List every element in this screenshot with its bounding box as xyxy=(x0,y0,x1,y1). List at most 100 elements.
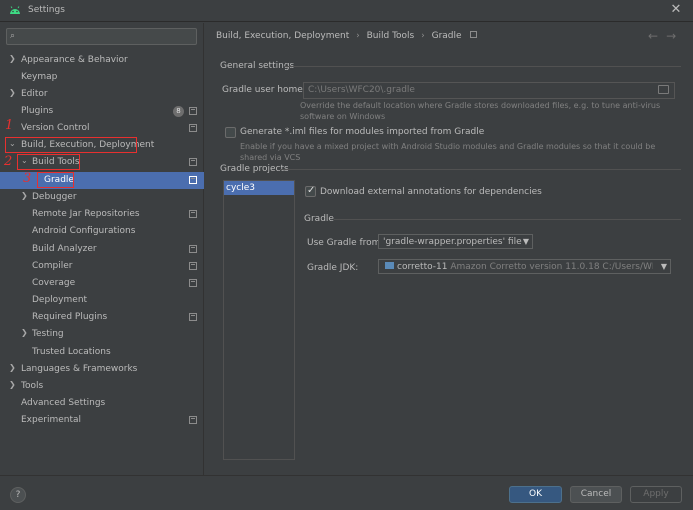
gradle-user-home-label: Gradle user home: xyxy=(222,85,306,95)
sidebar-item-label: Version Control xyxy=(21,123,90,133)
gradle-section-title: Gradle xyxy=(304,214,334,224)
sidebar-item-label: Deployment xyxy=(32,295,88,305)
gradle-jdk-name: corretto-11 xyxy=(397,262,448,272)
gradle-projects-title: Gradle projects xyxy=(220,164,289,174)
gradle-user-home-field[interactable]: C:\Users\WFC20\.gradle xyxy=(303,82,675,99)
android-studio-icon xyxy=(10,6,20,14)
sidebar-item-label: Remote Jar Repositories xyxy=(32,209,140,219)
use-gradle-from-dropdown[interactable]: 'gradle-wrapper.properties' file ▼ xyxy=(378,234,533,249)
sidebar-item-coverage[interactable]: Coverage xyxy=(0,275,204,292)
sidebar-item-label: Experimental xyxy=(21,415,82,425)
project-item-cycle3[interactable]: cycle3 xyxy=(224,181,294,195)
cancel-button[interactable]: Cancel xyxy=(570,486,622,503)
apply-button[interactable]: Apply xyxy=(630,486,682,503)
project-scope-icon xyxy=(189,313,197,321)
navigation-arrows: ←→ xyxy=(648,29,684,43)
annotation-box-build-execution xyxy=(5,137,137,153)
chevron-right-icon: ❯ xyxy=(9,54,16,63)
folder-icon[interactable] xyxy=(658,85,669,94)
generate-iml-checkbox[interactable] xyxy=(225,127,236,138)
search-icon: ⌕ xyxy=(10,31,16,41)
download-annotations-checkbox[interactable] xyxy=(305,185,316,197)
chevron-right-icon: ❯ xyxy=(9,380,16,389)
sidebar-item-label: Appearance & Behavior xyxy=(21,55,128,65)
help-button[interactable]: ? xyxy=(10,487,26,503)
chevron-right-icon: ❯ xyxy=(9,363,16,372)
use-gradle-from-label: Use Gradle from: xyxy=(307,238,384,248)
project-scope-icon xyxy=(189,176,197,184)
sidebar-item-editor[interactable]: ❯ Editor xyxy=(0,86,204,103)
annotation-number-3: 3 xyxy=(23,171,32,186)
sidebar-item-required-plugins[interactable]: Required Plugins xyxy=(0,309,204,326)
plugins-count-badge: 8 xyxy=(173,106,184,117)
sidebar-item-deployment[interactable]: Deployment xyxy=(0,292,204,309)
gradle-projects-list[interactable] xyxy=(223,180,295,460)
sidebar-item-experimental[interactable]: Experimental xyxy=(0,412,204,429)
chevron-right-icon: ❯ xyxy=(9,88,16,97)
sidebar-item-remote-jar-repositories[interactable]: Remote Jar Repositories xyxy=(0,206,204,223)
generate-iml-help: Enable if you have a mixed project with … xyxy=(240,142,656,162)
sidebar-item-label: Tools xyxy=(21,381,44,391)
project-scope-icon xyxy=(189,107,197,115)
project-scope-icon xyxy=(189,124,197,132)
sidebar-item-compiler[interactable]: Compiler xyxy=(0,258,204,275)
breadcrumb-item[interactable]: Build Tools xyxy=(367,31,415,41)
sidebar-item-label: Required Plugins xyxy=(32,312,108,322)
title-bar xyxy=(0,0,693,22)
breadcrumb-separator: › xyxy=(421,31,425,41)
annotation-box-gradle xyxy=(37,172,74,188)
sidebar-item-plugins[interactable]: Plugins 8 xyxy=(0,103,204,120)
chevron-right-icon: ❯ xyxy=(21,328,28,337)
project-scope-icon xyxy=(189,262,197,270)
search-field[interactable]: ⌕ xyxy=(6,28,197,45)
breadcrumb-item: Gradle xyxy=(431,31,462,41)
breadcrumb-item[interactable]: Build, Execution, Deployment xyxy=(216,31,349,41)
breadcrumb-separator: › xyxy=(356,31,360,41)
sidebar-item-trusted-locations[interactable]: Trusted Locations xyxy=(0,344,204,361)
sidebar-item-build-analyzer[interactable]: Build Analyzer xyxy=(0,241,204,258)
project-scope-icon xyxy=(189,210,197,218)
gradle-user-home-value: C:\Users\WFC20\.gradle xyxy=(308,85,415,95)
sidebar-item-label: Compiler xyxy=(32,261,73,271)
project-scope-icon xyxy=(189,245,197,253)
search-input[interactable] xyxy=(21,30,191,43)
gradle-jdk-value: corretto-11 Amazon Corretto version 11.0… xyxy=(385,262,653,272)
use-gradle-from-value: 'gradle-wrapper.properties' file xyxy=(383,237,522,247)
sidebar-item-label: Keymap xyxy=(21,72,58,82)
gradle-jdk-dropdown[interactable]: corretto-11 Amazon Corretto version 11.0… xyxy=(378,259,671,274)
sidebar-item-label: Trusted Locations xyxy=(32,347,111,357)
sidebar-item-languages-frameworks[interactable]: ❯ Languages & Frameworks xyxy=(0,361,204,378)
project-scope-icon xyxy=(189,158,197,166)
sidebar-item-appearance[interactable]: ❯ Appearance & Behavior xyxy=(0,52,204,69)
chevron-down-icon: ▼ xyxy=(522,237,529,246)
annotation-number-2: 2 xyxy=(4,154,13,169)
sidebar-item-testing[interactable]: ❯ Testing xyxy=(0,326,204,343)
sidebar-item-label: Languages & Frameworks xyxy=(21,364,138,374)
back-arrow-icon[interactable]: ← xyxy=(648,29,666,43)
ok-button[interactable]: OK xyxy=(509,486,562,503)
project-scope-icon xyxy=(189,279,197,287)
sidebar-item-version-control[interactable]: Version Control xyxy=(0,120,204,137)
sidebar-item-tools[interactable]: ❯ Tools xyxy=(0,378,204,395)
annotation-number-1: 1 xyxy=(5,118,14,133)
annotation-box-build-tools xyxy=(17,154,80,170)
sidebar-item-label: Testing xyxy=(32,329,64,339)
sidebar-item-label: Advanced Settings xyxy=(21,398,106,408)
sidebar-item-label: Coverage xyxy=(32,278,76,288)
sidebar-item-debugger[interactable]: ❯ Debugger xyxy=(0,189,204,206)
chevron-down-icon: ▼ xyxy=(660,262,667,271)
sidebar-item-advanced-settings[interactable]: Advanced Settings xyxy=(0,395,204,412)
sidebar-item-label: Build Analyzer xyxy=(32,244,97,254)
window-title: Settings xyxy=(28,5,65,15)
project-scope-icon xyxy=(470,31,478,38)
chevron-right-icon: ❯ xyxy=(21,191,28,200)
gradle-user-home-help: Override the default location where Grad… xyxy=(300,101,661,121)
generate-iml-label: Generate *.iml files for modules importe… xyxy=(240,127,485,137)
sidebar-item-android-configurations[interactable]: Android Configurations xyxy=(0,223,204,240)
sidebar-item-label: Plugins xyxy=(21,106,54,116)
sidebar-item-keymap[interactable]: Keymap xyxy=(0,69,204,86)
forward-arrow-icon[interactable]: → xyxy=(666,29,684,43)
download-annotations-label: Download external annotations for depend… xyxy=(320,187,542,197)
close-icon[interactable]: ✕ xyxy=(668,2,684,18)
sidebar-item-label: Debugger xyxy=(32,192,77,202)
